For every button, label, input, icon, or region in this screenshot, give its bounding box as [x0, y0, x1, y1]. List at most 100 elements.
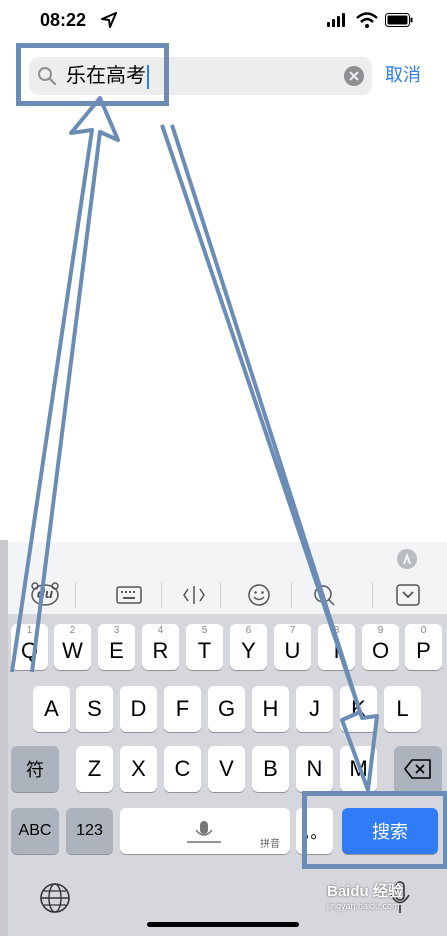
key-q[interactable]: 1Q: [11, 624, 48, 670]
key-t[interactable]: 5T: [186, 624, 223, 670]
key-label: C: [174, 756, 191, 781]
hide-keyboard-icon[interactable]: [396, 584, 420, 606]
key-label: K: [351, 696, 366, 721]
search-toolbar-icon[interactable]: [312, 583, 336, 607]
key-label: A: [44, 696, 59, 721]
backspace-key[interactable]: [394, 746, 442, 792]
location-arrow-icon: [101, 12, 117, 28]
key-label: V: [219, 756, 234, 781]
key-y[interactable]: 6Y: [230, 624, 267, 670]
key-label: 符: [26, 760, 44, 780]
watermark-text: Baidu 经验: [327, 883, 403, 900]
key-label: Y: [241, 638, 256, 663]
key-u[interactable]: 7U: [274, 624, 311, 670]
punctuation-key[interactable]: 。。: [296, 808, 333, 854]
search-icon: [38, 67, 57, 86]
key-num: 4: [157, 625, 164, 636]
key-o[interactable]: 9O: [362, 624, 399, 670]
search-input[interactable]: 乐在高考: [66, 62, 149, 90]
cursor-icon[interactable]: [182, 583, 206, 607]
clear-icon[interactable]: [344, 66, 364, 86]
key-c[interactable]: C: [164, 746, 201, 792]
numbers-key[interactable]: 123: [66, 808, 113, 854]
key-label: 。。: [302, 825, 327, 842]
baidu-logo-icon[interactable]: du: [30, 582, 60, 606]
abc-key[interactable]: ABC: [11, 808, 59, 854]
key-i[interactable]: 8I: [318, 624, 355, 670]
key-label: L: [396, 696, 409, 721]
key-s[interactable]: S: [76, 686, 113, 732]
key-z[interactable]: Z: [76, 746, 113, 792]
key-num: 1: [26, 625, 33, 636]
key-f[interactable]: F: [164, 686, 201, 732]
key-v[interactable]: V: [208, 746, 245, 792]
key-m[interactable]: M: [340, 746, 377, 792]
key-label: Z: [87, 756, 102, 781]
key-num: 7: [289, 625, 296, 636]
key-label: M: [349, 756, 368, 781]
cancel-button[interactable]: 取消: [385, 63, 421, 87]
key-label: Q: [20, 638, 39, 663]
mic-icon: [187, 821, 221, 843]
backspace-icon: [404, 759, 431, 779]
key-l[interactable]: L: [384, 686, 421, 732]
wifi-icon: [356, 12, 378, 28]
key-num: 9: [377, 625, 384, 636]
key-label: F: [175, 696, 190, 721]
keyboard-icon[interactable]: [116, 585, 142, 605]
key-num: 3: [113, 625, 120, 636]
search-query: 乐在高考: [66, 65, 146, 87]
key-k[interactable]: K: [340, 686, 377, 732]
emoji-icon[interactable]: [247, 583, 271, 607]
key-label: P: [416, 638, 431, 663]
key-r[interactable]: 4R: [142, 624, 179, 670]
key-j[interactable]: J: [296, 686, 333, 732]
key-label: J: [309, 696, 320, 721]
key-label: 搜索: [372, 822, 408, 842]
search-key[interactable]: 搜索: [342, 808, 438, 854]
key-label: B: [263, 756, 278, 781]
battery-icon: [385, 13, 413, 27]
text-caret: [147, 64, 149, 89]
watermark: Baidu 经验 jingyan.baidu.com: [327, 880, 403, 911]
key-label: S: [87, 696, 102, 721]
key-num: 0: [420, 625, 427, 636]
key-label: D: [130, 696, 147, 721]
key-label: H: [262, 696, 279, 721]
key-w[interactable]: 2W: [54, 624, 91, 670]
assistant-icon[interactable]: [396, 548, 418, 570]
key-b[interactable]: B: [252, 746, 289, 792]
globe-icon[interactable]: [39, 882, 71, 914]
space-key[interactable]: 拼音: [120, 808, 290, 854]
key-x[interactable]: X: [120, 746, 157, 792]
space-key-label: 拼音: [260, 839, 280, 850]
key-label: R: [152, 638, 169, 663]
key-g[interactable]: G: [208, 686, 245, 732]
key-num: 2: [69, 625, 76, 636]
key-num: 6: [245, 625, 252, 636]
key-num: 8: [333, 625, 340, 636]
key-h[interactable]: H: [252, 686, 289, 732]
key-e[interactable]: 3E: [98, 624, 135, 670]
key-label: N: [306, 756, 323, 781]
symbols-key[interactable]: 符: [11, 746, 59, 792]
key-p[interactable]: 0P: [405, 624, 442, 670]
page-edge: [0, 540, 8, 936]
key-d[interactable]: D: [120, 686, 157, 732]
key-a[interactable]: A: [33, 686, 70, 732]
key-num: 5: [201, 625, 208, 636]
keyboard-toolbar: du: [8, 576, 447, 614]
key-label: T: [197, 638, 212, 663]
key-label: 123: [76, 822, 103, 839]
key-label: E: [109, 638, 124, 663]
key-label: U: [284, 638, 301, 663]
key-label: O: [371, 638, 390, 663]
key-label: I: [333, 638, 340, 663]
key-n[interactable]: N: [296, 746, 333, 792]
key-label: ABC: [18, 822, 52, 839]
prediction-bar: [8, 542, 447, 577]
key-label: W: [62, 638, 83, 663]
status-time: 08:22: [40, 10, 87, 30]
signal-icon: [327, 13, 347, 27]
watermark-url: jingyan.baidu.com: [327, 901, 400, 911]
